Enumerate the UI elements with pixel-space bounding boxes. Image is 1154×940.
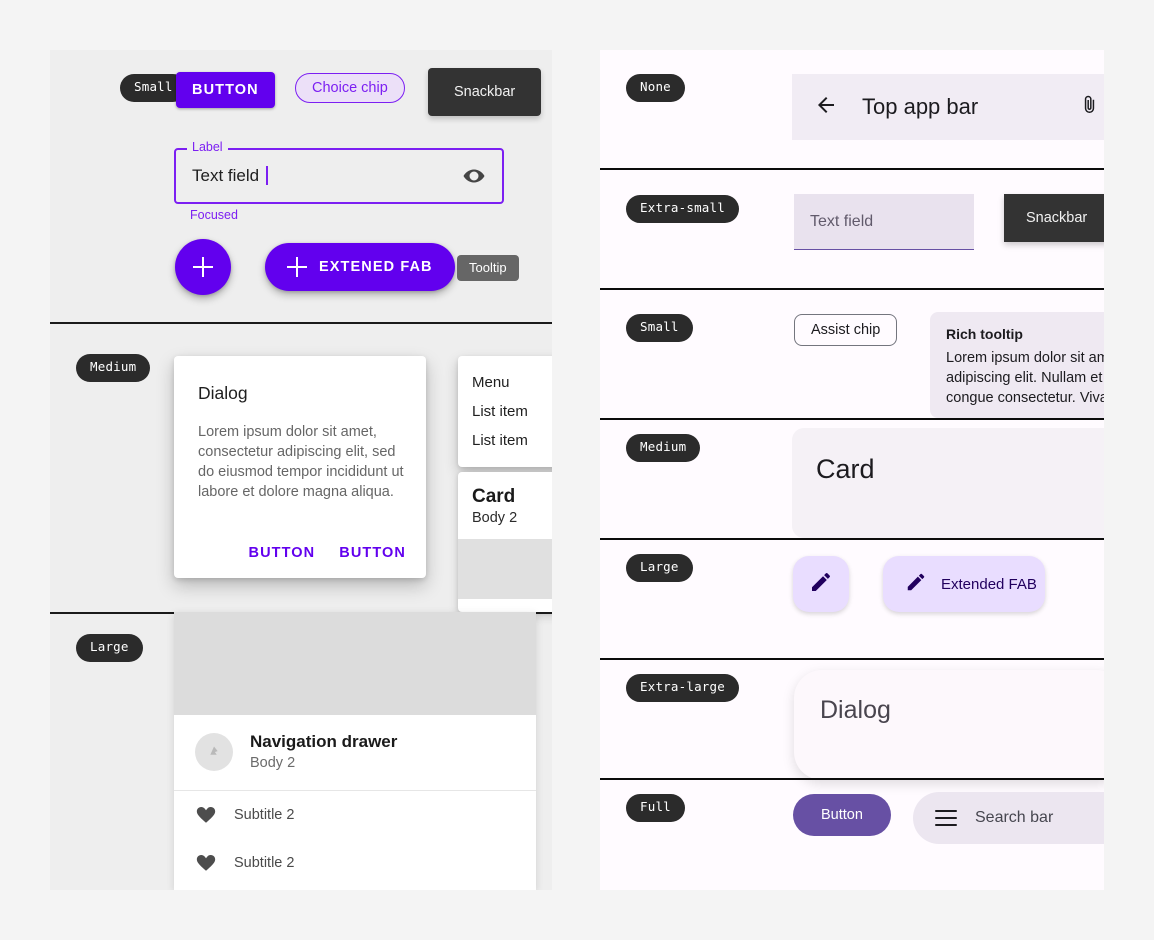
shape-tag-none: None	[626, 74, 685, 102]
card: Card Body 2	[458, 472, 552, 612]
search-input-placeholder: Search bar	[975, 809, 1054, 826]
choice-chip[interactable]: Choice chip	[295, 73, 405, 103]
drawer-account-text: Navigation drawer Body 2	[250, 731, 397, 774]
dialog: Dialog	[794, 670, 1104, 780]
heart-icon	[195, 804, 217, 826]
rich-tooltip-title: Rich tooltip	[946, 326, 1023, 342]
drawer-account-name: Navigation drawer	[250, 732, 398, 751]
shape-tag-extra-large: Extra-large	[626, 674, 739, 702]
row-divider	[600, 538, 1104, 540]
pencil-icon	[809, 570, 833, 599]
text-cursor	[266, 166, 268, 185]
row-divider	[600, 418, 1104, 420]
shape-scale-right-panel: None Top app bar Extra-small Text field …	[600, 50, 1104, 890]
dialog-actions: BUTTON BUTTON	[249, 545, 407, 561]
card-media-placeholder	[458, 539, 552, 599]
shape-tag-medium: Medium	[76, 354, 151, 382]
section-divider	[50, 322, 552, 324]
card-body: Body 2	[472, 510, 518, 526]
assist-chip[interactable]: Assist chip	[794, 314, 898, 346]
drawer-account-subtitle: Body 2	[250, 754, 296, 771]
shape-tag-label: Medium	[76, 354, 151, 382]
dialog-button-1[interactable]: BUTTON	[249, 545, 316, 561]
shape-tag-large: Large	[626, 554, 693, 582]
shape-tag-small: Small	[626, 314, 693, 342]
text-field-label: Label	[187, 141, 228, 154]
account-avatar-icon	[195, 733, 233, 772]
rich-tooltip-line: congue consectetur. Viva	[946, 390, 1104, 406]
extended-fab[interactable]: EXTENED FAB	[265, 243, 455, 291]
text-field-helper-text: Focused	[190, 208, 238, 222]
shape-tag-label: Extra-large	[626, 674, 739, 702]
heart-icon	[195, 852, 217, 874]
filled-button[interactable]: Button	[793, 794, 891, 836]
visibility-eye-icon[interactable]	[462, 164, 486, 188]
dialog-button-2[interactable]: BUTTON	[339, 545, 406, 561]
plus-icon	[193, 257, 213, 277]
row-divider	[600, 168, 1104, 170]
shape-scale-left-panel: Small BUTTON Choice chip Snackbar Label …	[50, 50, 552, 890]
pencil-icon	[905, 571, 927, 597]
shape-tag-label: Small	[626, 314, 693, 342]
drawer-account-row[interactable]: Navigation drawer Body 2	[174, 715, 536, 791]
shape-tag-full: Full	[626, 794, 685, 822]
card: Card	[792, 428, 1104, 538]
rich-tooltip-body: Lorem ipsum dolor sit am adipiscing elit…	[946, 348, 1104, 408]
row-divider	[600, 778, 1104, 780]
text-field-label: Text field	[810, 212, 874, 230]
dialog: Dialog Lorem ipsum dolor sit amet, conse…	[174, 356, 426, 578]
plain-tooltip: Tooltip	[457, 255, 519, 281]
top-app-bar-title: Top app bar	[862, 94, 979, 119]
card-title: Card	[472, 486, 516, 507]
top-app-bar: Top app bar	[792, 74, 1104, 140]
dialog-title: Dialog	[820, 696, 891, 724]
drawer-list-item[interactable]: Subtitle 2	[174, 839, 536, 887]
shape-tag-label: Extra-small	[626, 195, 739, 223]
extended-fab-label: Extended FAB	[941, 575, 1037, 593]
shape-tag-label: None	[626, 74, 685, 102]
text-field-value: Text field	[192, 166, 268, 186]
shape-tag-extra-small: Extra-small	[626, 195, 739, 223]
shape-tag-medium: Medium	[626, 434, 701, 462]
menu-item[interactable]: List item	[458, 426, 552, 455]
shape-tag-label: Large	[626, 554, 693, 582]
rich-tooltip-line: adipiscing elit. Nullam et	[946, 370, 1103, 386]
filled-text-field[interactable]: Text field	[794, 194, 974, 250]
outlined-text-field[interactable]: Label Text field	[174, 141, 504, 204]
floating-action-button[interactable]	[175, 239, 231, 295]
arrow-back-icon[interactable]	[814, 93, 838, 122]
extended-fab[interactable]: Extended FAB	[883, 556, 1045, 612]
snackbar: Snackbar	[1004, 194, 1104, 242]
drawer-list-item-label: Subtitle 2	[234, 806, 295, 823]
menu-item[interactable]: Menu	[458, 368, 552, 397]
attachment-icon[interactable]	[1079, 94, 1100, 120]
drawer-list-item-label: Subtitle 2	[234, 854, 295, 871]
shape-tag-large: Large	[76, 634, 143, 662]
dialog-body: Lorem ipsum dolor sit amet, consectetur …	[198, 424, 404, 500]
dialog-title: Dialog	[198, 383, 248, 403]
shape-tag-label: Medium	[626, 434, 701, 462]
menu-item[interactable]: List item	[458, 397, 552, 426]
menu: Menu List item List item	[458, 356, 552, 467]
rich-tooltip: Rich tooltip Lorem ipsum dolor sit am ad…	[930, 312, 1104, 418]
row-divider	[600, 658, 1104, 660]
plus-icon	[287, 257, 307, 277]
extended-fab-label: EXTENED FAB	[319, 259, 433, 275]
snackbar: Snackbar	[428, 68, 542, 116]
filled-button[interactable]: BUTTON	[176, 72, 275, 108]
navigation-drawer: Navigation drawer Body 2 Subtitle 2 Subt…	[174, 612, 536, 890]
card-title: Card	[816, 454, 875, 484]
shape-tag-label: Large	[76, 634, 143, 662]
search-bar[interactable]: Search bar	[913, 792, 1104, 844]
hamburger-menu-icon[interactable]	[935, 810, 957, 826]
rich-tooltip-line: Lorem ipsum dolor sit am	[946, 350, 1104, 366]
shape-tag-label: Full	[626, 794, 685, 822]
floating-action-button[interactable]	[793, 556, 849, 612]
row-divider	[600, 288, 1104, 290]
drawer-list-item[interactable]: Subtitle 2	[174, 791, 536, 839]
drawer-header-media	[174, 612, 536, 715]
